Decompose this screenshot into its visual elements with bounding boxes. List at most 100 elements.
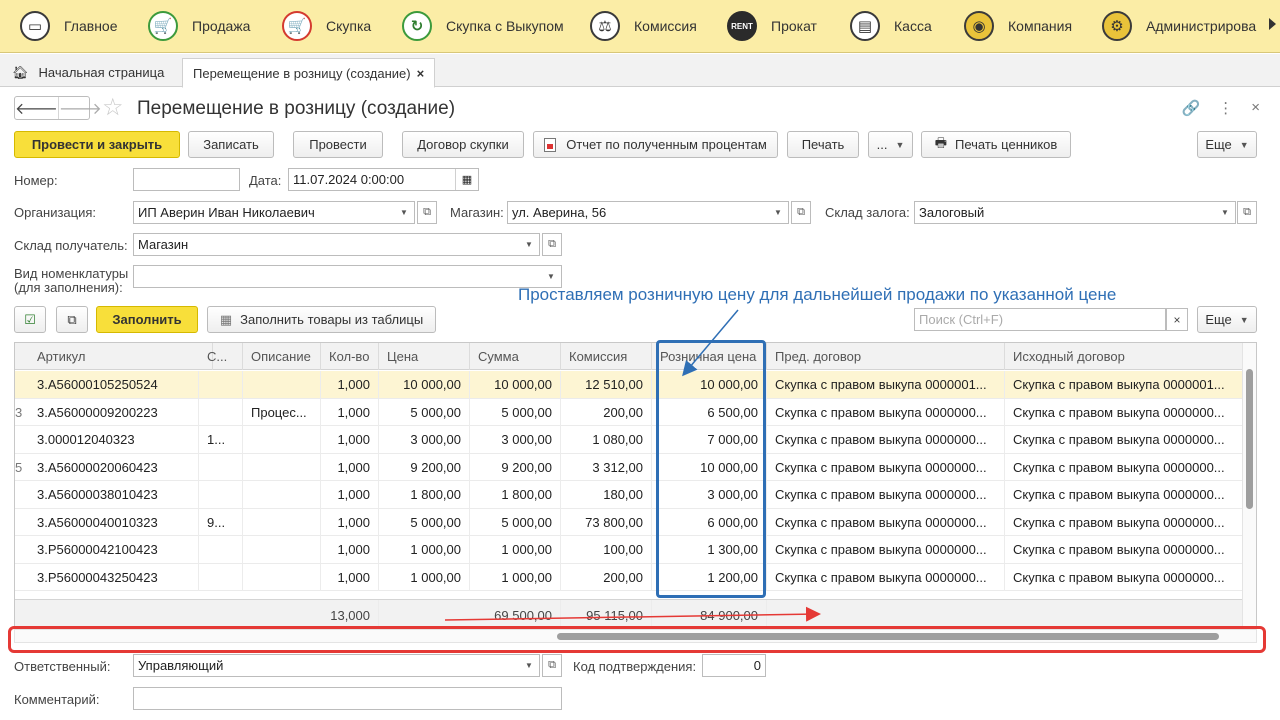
section-main[interactable]: ▭ Главное [20, 8, 118, 44]
cell-price[interactable]: 10 000,00 [379, 371, 470, 398]
column-description[interactable]: Описание [243, 343, 321, 370]
column-article[interactable]: Артикул [29, 343, 213, 370]
chevron-down-icon[interactable]: ▼ [519, 655, 539, 676]
cell-prev-contract[interactable]: Скупка с правом выкупа 0000000... [767, 536, 1005, 563]
cell-description[interactable] [243, 536, 321, 563]
section-admin[interactable]: ⚙ Администрирова [1102, 8, 1256, 44]
row-lead[interactable] [15, 481, 29, 508]
tab-home[interactable]: 🏠︎ Начальная страница [4, 58, 172, 87]
table-row[interactable]: 3.000012040323 1... 1,000 3 000,00 3 000,00 1… [15, 426, 1243, 454]
row-lead[interactable] [15, 564, 29, 591]
cell-price[interactable]: 3 000,00 [379, 426, 470, 453]
cell-commission[interactable]: 1 080,00 [561, 426, 652, 453]
write-button[interactable]: Записать [188, 131, 274, 158]
organization-field[interactable]: ИП Аверин Иван Николаевич ▼ [133, 201, 415, 224]
chevron-down-icon[interactable]: ▼ [541, 266, 561, 287]
post-button[interactable]: Провести [293, 131, 383, 158]
cell-article[interactable]: 3.P56000042100423 [29, 536, 199, 563]
cell-description[interactable] [243, 426, 321, 453]
section-company[interactable]: ◉ Компания [964, 8, 1072, 44]
cell-orig-contract[interactable]: Скупка с правом выкупа 0000000... [1005, 398, 1243, 426]
cell-description[interactable]: Процес... [243, 398, 321, 426]
row-lead[interactable]: 3 [15, 399, 29, 426]
cell-quantity[interactable]: 1,000 [321, 563, 379, 591]
column-price[interactable]: Цена [379, 343, 470, 370]
cell-sum[interactable]: 1 800,00 [470, 481, 561, 508]
row-lead[interactable] [15, 509, 29, 536]
interest-report-button[interactable]: Отчет по полученным процентам [533, 131, 778, 158]
fill-from-table-button[interactable]: ▦ Заполнить товары из таблицы [207, 306, 436, 333]
section-rent[interactable]: RENT Прокат [727, 8, 817, 44]
cell-quantity[interactable]: 1,000 [321, 426, 379, 453]
cell-prev-contract[interactable]: Скупка с правом выкупа 0000000... [767, 563, 1005, 591]
section-cash[interactable]: ▤ Касса [850, 8, 932, 44]
column-sum[interactable]: Сумма [470, 343, 561, 370]
cell-orig-contract[interactable]: Скупка с правом выкупа 0000000... [1005, 563, 1243, 591]
pledge-warehouse-field[interactable]: Залоговый ▼ [914, 201, 1236, 224]
chevron-down-icon[interactable]: ▼ [394, 202, 414, 223]
cell-retail-price[interactable]: 3 000,00 [652, 481, 767, 508]
tab-transfer[interactable]: Перемещение в розницу (создание) × [182, 58, 436, 88]
cell-orig-contract[interactable]: Скупка с правом выкупа 0000000... [1005, 536, 1243, 563]
row-lead[interactable] [15, 371, 29, 398]
section-purchase-redemption[interactable]: ↻ Скупка с Выкупом [402, 8, 564, 44]
fill-button[interactable]: Заполнить [96, 306, 198, 333]
cell-s[interactable]: 9... [199, 508, 243, 536]
table-row[interactable]: 3.P56000043250423 1,000 1 000,00 1 000,00 20… [15, 563, 1243, 591]
cell-price[interactable]: 1 000,00 [379, 536, 470, 563]
cell-prev-contract[interactable]: Скупка с правом выкупа 0000000... [767, 508, 1005, 536]
row-lead[interactable] [15, 536, 29, 563]
clear-search-button[interactable]: × [1166, 308, 1188, 331]
cell-description[interactable] [243, 481, 321, 508]
cell-quantity[interactable]: 1,000 [321, 453, 379, 481]
cell-retail-price[interactable]: 1 200,00 [652, 563, 767, 591]
print-button[interactable]: Печать [787, 131, 859, 158]
cell-s[interactable] [199, 453, 243, 481]
cell-s[interactable] [199, 371, 243, 398]
cell-article[interactable]: 3.A56000038010423 [29, 481, 199, 508]
purchase-contract-button[interactable]: Договор скупки [402, 131, 524, 158]
column-orig-contract[interactable]: Исходный договор [1005, 343, 1243, 370]
cell-price[interactable]: 1 800,00 [379, 481, 470, 508]
cell-prev-contract[interactable]: Скупка с правом выкупа 0000000... [767, 453, 1005, 481]
cell-sum[interactable]: 1 000,00 [470, 563, 561, 591]
cell-prev-contract[interactable]: Скупка с правом выкупа 0000001... [767, 371, 1005, 398]
cell-sum[interactable]: 5 000,00 [470, 398, 561, 426]
nomenclature-type-field[interactable]: ▼ [133, 265, 562, 288]
cell-commission[interactable]: 12 510,00 [561, 371, 652, 398]
cell-sum[interactable]: 1 000,00 [470, 536, 561, 563]
open-icon[interactable]: ⧉ [542, 654, 562, 677]
cell-article[interactable]: 3.A56000009200223 [29, 398, 199, 426]
cell-price[interactable]: 5 000,00 [379, 508, 470, 536]
section-purchase[interactable]: 🛒 Скупка [282, 8, 371, 44]
cell-s[interactable]: 1... [199, 426, 243, 453]
receiver-warehouse-field[interactable]: Магазин ▼ [133, 233, 540, 256]
cell-retail-price[interactable]: 10 000,00 [652, 453, 767, 481]
confirmation-code-field[interactable]: 0 [702, 654, 766, 677]
cell-price[interactable]: 9 200,00 [379, 453, 470, 481]
post-and-close-button[interactable]: Провести и закрыть [14, 131, 180, 158]
close-icon[interactable]: × [1251, 99, 1260, 117]
row-lead[interactable] [15, 426, 29, 453]
cell-quantity[interactable]: 1,000 [321, 371, 379, 398]
cell-commission[interactable]: 100,00 [561, 536, 652, 563]
cell-quantity[interactable]: 1,000 [321, 508, 379, 536]
section-sales[interactable]: 🛒 Продажа [148, 8, 250, 44]
cell-commission[interactable]: 200,00 [561, 563, 652, 591]
open-icon[interactable]: ⧉ [417, 201, 437, 224]
cell-sum[interactable]: 9 200,00 [470, 453, 561, 481]
back-button[interactable]: 🡐 [15, 97, 58, 119]
cell-orig-contract[interactable]: Скупка с правом выкупа 0000001... [1005, 371, 1243, 398]
vertical-scrollbar[interactable] [1242, 343, 1256, 628]
search-input[interactable]: Поиск (Ctrl+F) [914, 308, 1166, 331]
link-icon[interactable]: 🔗 [1182, 99, 1201, 117]
open-icon[interactable]: ⧉ [791, 201, 811, 224]
table-row[interactable]: 3.A56000038010423 1,000 1 800,00 1 800,00 18… [15, 481, 1243, 509]
cell-s[interactable] [199, 398, 243, 426]
cell-description[interactable] [243, 563, 321, 591]
column-commission[interactable]: Комиссия [561, 343, 652, 370]
cell-description[interactable] [243, 508, 321, 536]
forward-button[interactable]: 🡒 [57, 97, 102, 119]
table-row[interactable]: 3.A56000105250524 1,000 10 000,00 10 000,00… [15, 371, 1243, 399]
store-field[interactable]: ул. Аверина, 56 ▼ [507, 201, 789, 224]
